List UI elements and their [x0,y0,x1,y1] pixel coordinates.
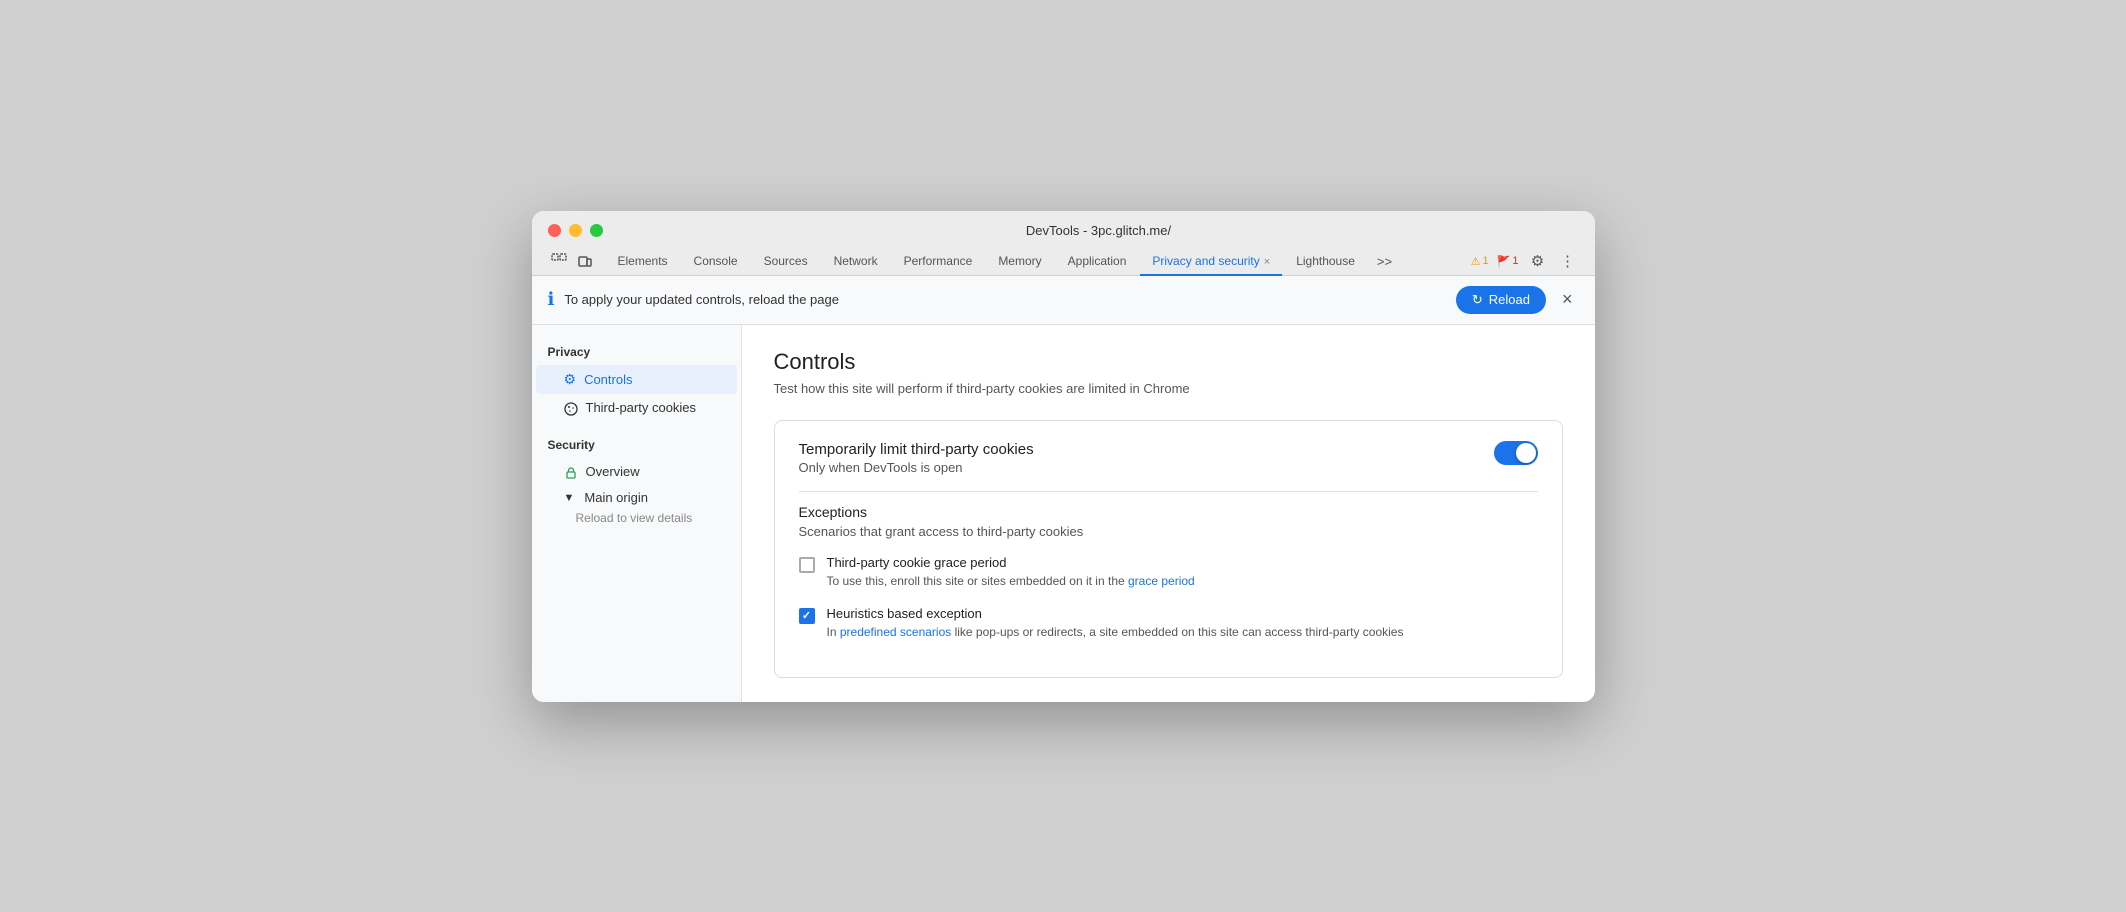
error-count: 1 [1512,255,1518,267]
grace-period-title: Third-party cookie grace period [827,555,1195,570]
security-section-title: Security [532,434,741,458]
error-icon: 🚩 [1497,255,1511,268]
grace-period-desc: To use this, enroll this site or sites e… [827,572,1195,590]
tab-console[interactable]: Console [682,248,750,276]
banner-text: To apply your updated controls, reload t… [564,292,1446,307]
toolbar: Elements Console Sources Network Perform… [548,248,1579,275]
limit-cookies-toggle[interactable] [1494,441,1538,465]
card-divider [799,491,1538,492]
window-controls [548,224,603,237]
controls-icon: ⚙ [564,371,577,388]
sidebar-item-main-origin-label: Main origin [584,490,648,505]
settings-button[interactable]: ⚙ [1527,250,1549,272]
tab-close-icon[interactable]: × [1264,256,1270,268]
sidebar-item-controls-label: Controls [584,372,632,387]
tab-performance[interactable]: Performance [892,248,985,276]
heuristics-desc-before: In [827,625,840,639]
warning-icon: ⚠ [1471,255,1481,268]
minimize-button[interactable] [569,224,582,237]
tab-application[interactable]: Application [1056,248,1139,276]
close-button[interactable] [548,224,561,237]
tab-elements[interactable]: Elements [606,248,680,276]
heuristics-desc: In predefined scenarios like pop-ups or … [827,623,1404,641]
card-title-group: Temporarily limit third-party cookies On… [799,441,1034,475]
banner-info-icon: ℹ [548,289,555,310]
tab-more-button[interactable]: >> [1369,248,1400,275]
titlebar: DevTools - 3pc.glitch.me/ Eleme [532,211,1595,276]
privacy-section-title: Privacy [532,341,741,365]
heuristics-checkbox[interactable] [799,608,815,624]
grace-period-link[interactable]: grace period [1128,574,1195,588]
more-options-button[interactable]: ⋮ [1557,250,1579,272]
tab-network[interactable]: Network [822,248,890,276]
reload-label: Reload [1489,292,1530,307]
chevron-icon: ▼ [564,492,575,504]
main-area: Privacy ⚙ Controls Third-party cookies S… [532,325,1595,702]
window-title: DevTools - 3pc.glitch.me/ [619,223,1579,238]
sidebar-item-overview[interactable]: Overview [536,458,737,486]
devtools-window: DevTools - 3pc.glitch.me/ Eleme [532,211,1595,702]
page-subtitle: Test how this site will perform if third… [774,381,1563,396]
warning-count: 1 [1483,255,1489,267]
toggle-thumb [1516,443,1536,463]
exception-grace-period: Third-party cookie grace period To use t… [799,555,1538,590]
lock-icon [564,464,578,480]
page-title: Controls [774,349,1563,375]
heuristics-link[interactable]: predefined scenarios [840,625,951,639]
cookies-icon [564,400,578,416]
card-description: Only when DevTools is open [799,460,1034,475]
tab-lighthouse[interactable]: Lighthouse [1284,248,1367,276]
exceptions-description: Scenarios that grant access to third-par… [799,524,1538,539]
sidebar-item-overview-label: Overview [586,464,640,479]
sidebar-reload-text: Reload to view details [532,509,741,531]
toolbar-right: ⚠ 1 🚩 1 ⚙ ⋮ [1471,250,1579,272]
device-toggle-icon[interactable] [574,250,596,272]
card-title: Temporarily limit third-party cookies [799,441,1034,458]
reload-button[interactable]: ↻ Reload [1456,286,1546,314]
heuristics-title: Heuristics based exception [827,606,1404,621]
toggle-track[interactable] [1494,441,1538,465]
exception-heuristics: Heuristics based exception In predefined… [799,606,1538,641]
warning-badge[interactable]: ⚠ 1 [1471,255,1489,268]
exceptions-section: Exceptions Scenarios that grant access t… [799,504,1538,641]
sidebar-item-third-party-cookies[interactable]: Third-party cookies [536,394,737,422]
exceptions-title: Exceptions [799,504,1538,520]
controls-card: Temporarily limit third-party cookies On… [774,420,1563,678]
card-header: Temporarily limit third-party cookies On… [799,441,1538,475]
titlebar-top: DevTools - 3pc.glitch.me/ [548,223,1579,238]
error-badge[interactable]: 🚩 1 [1497,255,1519,268]
sidebar-item-controls[interactable]: ⚙ Controls [536,365,737,394]
grace-period-desc-before: To use this, enroll this site or sites e… [827,574,1129,588]
toolbar-icons [548,250,596,272]
tab-privacy-security[interactable]: Privacy and security× [1140,248,1282,276]
content-area: Controls Test how this site will perform… [742,325,1595,702]
reload-icon: ↻ [1472,292,1483,308]
grace-period-text: Third-party cookie grace period To use t… [827,555,1195,590]
reload-banner: ℹ To apply your updated controls, reload… [532,276,1595,325]
tab-sources[interactable]: Sources [752,248,820,276]
select-element-icon[interactable] [548,250,570,272]
heuristics-text: Heuristics based exception In predefined… [827,606,1404,641]
maximize-button[interactable] [590,224,603,237]
sidebar: Privacy ⚙ Controls Third-party cookies S… [532,325,742,702]
sidebar-item-cookies-label: Third-party cookies [586,400,697,415]
grace-period-checkbox[interactable] [799,557,815,573]
sidebar-item-main-origin[interactable]: ▼ Main origin [536,486,737,509]
tab-memory[interactable]: Memory [986,248,1053,276]
banner-close-button[interactable]: × [1556,287,1579,312]
heuristics-desc-after: like pop-ups or redirects, a site embedd… [951,625,1403,639]
